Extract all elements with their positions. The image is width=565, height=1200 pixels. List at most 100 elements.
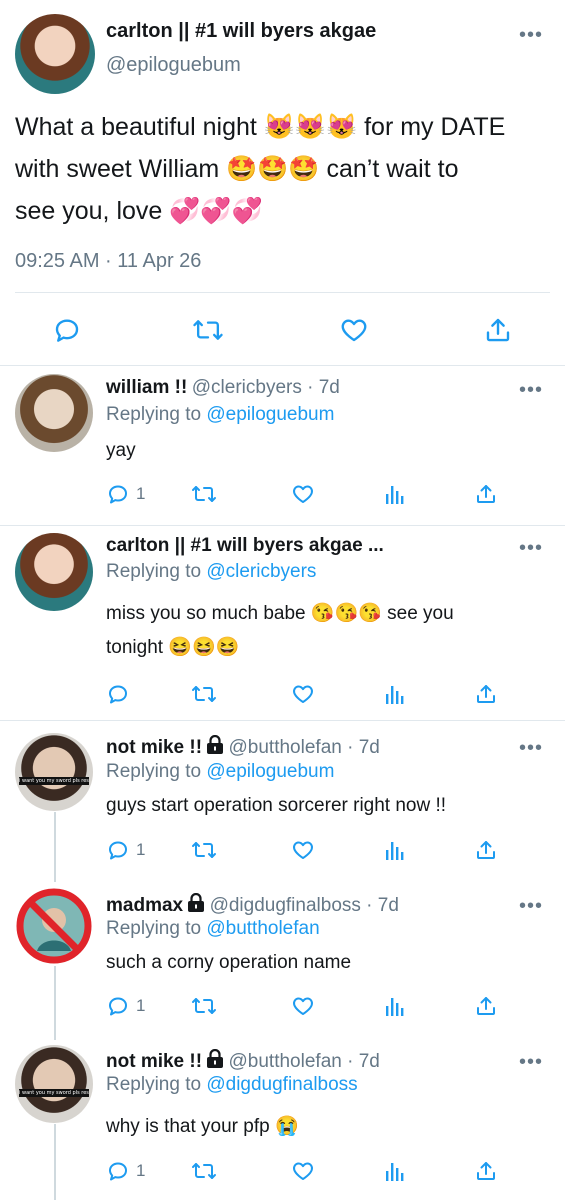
author-name[interactable]: not mike !! — [106, 737, 202, 758]
thread-connector — [54, 966, 56, 1040]
reply-icon[interactable] — [106, 1159, 130, 1183]
reply-icon[interactable] — [106, 994, 130, 1018]
retweet-icon[interactable] — [191, 682, 217, 706]
replying-to-link[interactable]: @epiloguebum — [206, 761, 334, 782]
author-name[interactable]: carlton || #1 will byers akgae ... — [106, 535, 384, 556]
replying-to-label: Replying to — [106, 561, 207, 582]
author-handle[interactable]: @buttholefan · 7d — [229, 1051, 380, 1072]
reply-text: miss you so much babe 😘😘😘 see you tonigh… — [106, 597, 454, 665]
reply-header: william !! @clericbyers · 7d — [106, 377, 340, 399]
reply-text: such a corny operation name — [106, 952, 352, 973]
analytics-icon[interactable] — [384, 1159, 406, 1183]
divider — [0, 525, 565, 526]
reply-count: 1 — [136, 996, 146, 1015]
avatar[interactable]: i want you my sword pls respond — [15, 1045, 93, 1123]
replying-to-link[interactable]: @digdugfinalboss — [206, 1074, 357, 1095]
replying-to: Replying to @buttholefan — [106, 918, 320, 940]
replying-to-label: Replying to — [106, 761, 207, 782]
retweet-icon[interactable] — [191, 838, 217, 862]
replying-to: Replying to @digdugfinalboss — [106, 1074, 358, 1096]
tweet-text-line: What a beautiful night 😻😻😻 for my DATE — [15, 113, 506, 141]
reply-header: not mike !! @buttholefan · 7d — [106, 734, 380, 760]
analytics-icon[interactable] — [384, 482, 406, 506]
reply-count: 1 — [136, 840, 146, 859]
share-icon[interactable] — [474, 682, 498, 706]
replying-to-label: Replying to — [106, 918, 207, 939]
thread-connector — [54, 812, 56, 882]
replying-to: Replying to @clericbyers — [106, 561, 316, 583]
lock-icon — [206, 734, 224, 760]
avatar[interactable]: i want you my sword pls respond — [15, 733, 93, 811]
analytics-icon[interactable] — [384, 682, 406, 706]
retweet-icon[interactable] — [191, 482, 217, 506]
retweet-icon[interactable] — [192, 315, 224, 345]
reply-count: 1 — [136, 1161, 146, 1180]
thread-connector — [54, 1124, 56, 1200]
retweet-icon[interactable] — [191, 994, 217, 1018]
heart-icon[interactable] — [291, 482, 315, 506]
avatar-caption: i want you my sword pls respond — [19, 777, 89, 785]
share-icon[interactable] — [483, 315, 513, 345]
author-handle[interactable]: @buttholefan · 7d — [229, 737, 380, 758]
heart-icon[interactable] — [291, 838, 315, 862]
heart-icon[interactable] — [291, 1159, 315, 1183]
share-icon[interactable] — [474, 1159, 498, 1183]
reply-icon[interactable] — [106, 682, 130, 706]
share-icon[interactable] — [474, 482, 498, 506]
avatar[interactable] — [15, 374, 93, 452]
reply-header: not mike !! @buttholefan · 7d — [106, 1048, 380, 1074]
avatar-caption: i want you my sword pls respond — [19, 1089, 89, 1097]
author-handle[interactable]: @epiloguebum — [106, 54, 241, 77]
reply-icon[interactable] — [106, 838, 130, 862]
reply-header: carlton || #1 will byers akgae ... — [106, 535, 384, 557]
share-icon[interactable] — [474, 994, 498, 1018]
reply-icon[interactable] — [106, 482, 130, 506]
avatar[interactable] — [15, 14, 95, 94]
replying-to-label: Replying to — [106, 1074, 207, 1095]
author-handle[interactable]: @digdugfinalboss · 7d — [210, 895, 399, 916]
replying-to-link[interactable]: @buttholefan — [206, 918, 319, 939]
author-name[interactable]: not mike !! — [106, 1051, 202, 1072]
more-horizontal-icon[interactable]: ••• — [519, 379, 543, 402]
retweet-icon[interactable] — [191, 1159, 217, 1183]
more-horizontal-icon[interactable]: ••• — [519, 24, 543, 47]
share-icon[interactable] — [474, 838, 498, 862]
reply-text: yay — [106, 440, 136, 461]
tweet-text-line: see you, love 💞💞💞 — [15, 197, 263, 225]
reply-text-line: tonight 😆😆😆 — [106, 637, 240, 658]
author-name[interactable]: madmax — [106, 895, 183, 916]
divider — [0, 720, 565, 721]
heart-icon[interactable] — [339, 315, 369, 345]
replying-to-link[interactable]: @epiloguebum — [206, 404, 334, 425]
analytics-icon[interactable] — [384, 838, 406, 862]
tweet-text-line: with sweet William 🤩🤩🤩 can’t wait to — [15, 155, 459, 183]
reply-text: guys start operation sorcerer right now … — [106, 795, 447, 816]
lock-icon — [187, 892, 205, 918]
heart-icon[interactable] — [291, 994, 315, 1018]
more-horizontal-icon[interactable]: ••• — [519, 895, 543, 918]
replying-to: Replying to @epiloguebum — [106, 404, 334, 426]
lock-icon — [206, 1048, 224, 1074]
replying-to-label: Replying to — [106, 404, 207, 425]
analytics-icon[interactable] — [384, 994, 406, 1018]
more-horizontal-icon[interactable]: ••• — [519, 737, 543, 760]
reply-icon[interactable] — [52, 315, 82, 345]
replying-to-link[interactable]: @clericbyers — [206, 561, 316, 582]
divider — [15, 292, 550, 293]
author-handle[interactable]: @clericbyers · 7d — [192, 377, 340, 398]
avatar[interactable] — [15, 533, 93, 611]
avatar[interactable] — [15, 887, 93, 965]
tweet-timestamp[interactable]: 09:25 AM · 11 Apr 26 — [15, 250, 201, 273]
tweet-text: What a beautiful night 😻😻😻 for my DATE w… — [15, 106, 555, 232]
reply-count: 1 — [136, 484, 146, 503]
heart-icon[interactable] — [291, 682, 315, 706]
divider — [0, 365, 565, 366]
reply-text-line: miss you so much babe 😘😘😘 see you — [106, 603, 454, 624]
reply-text: why is that your pfp 😭 — [106, 1116, 299, 1137]
more-horizontal-icon[interactable]: ••• — [519, 537, 543, 560]
more-horizontal-icon[interactable]: ••• — [519, 1051, 543, 1074]
reply-header: madmax @digdugfinalboss · 7d — [106, 892, 399, 918]
author-name[interactable]: carlton || #1 will byers akgae — [106, 20, 376, 43]
replying-to: Replying to @epiloguebum — [106, 761, 334, 783]
author-name[interactable]: william !! — [106, 377, 187, 398]
